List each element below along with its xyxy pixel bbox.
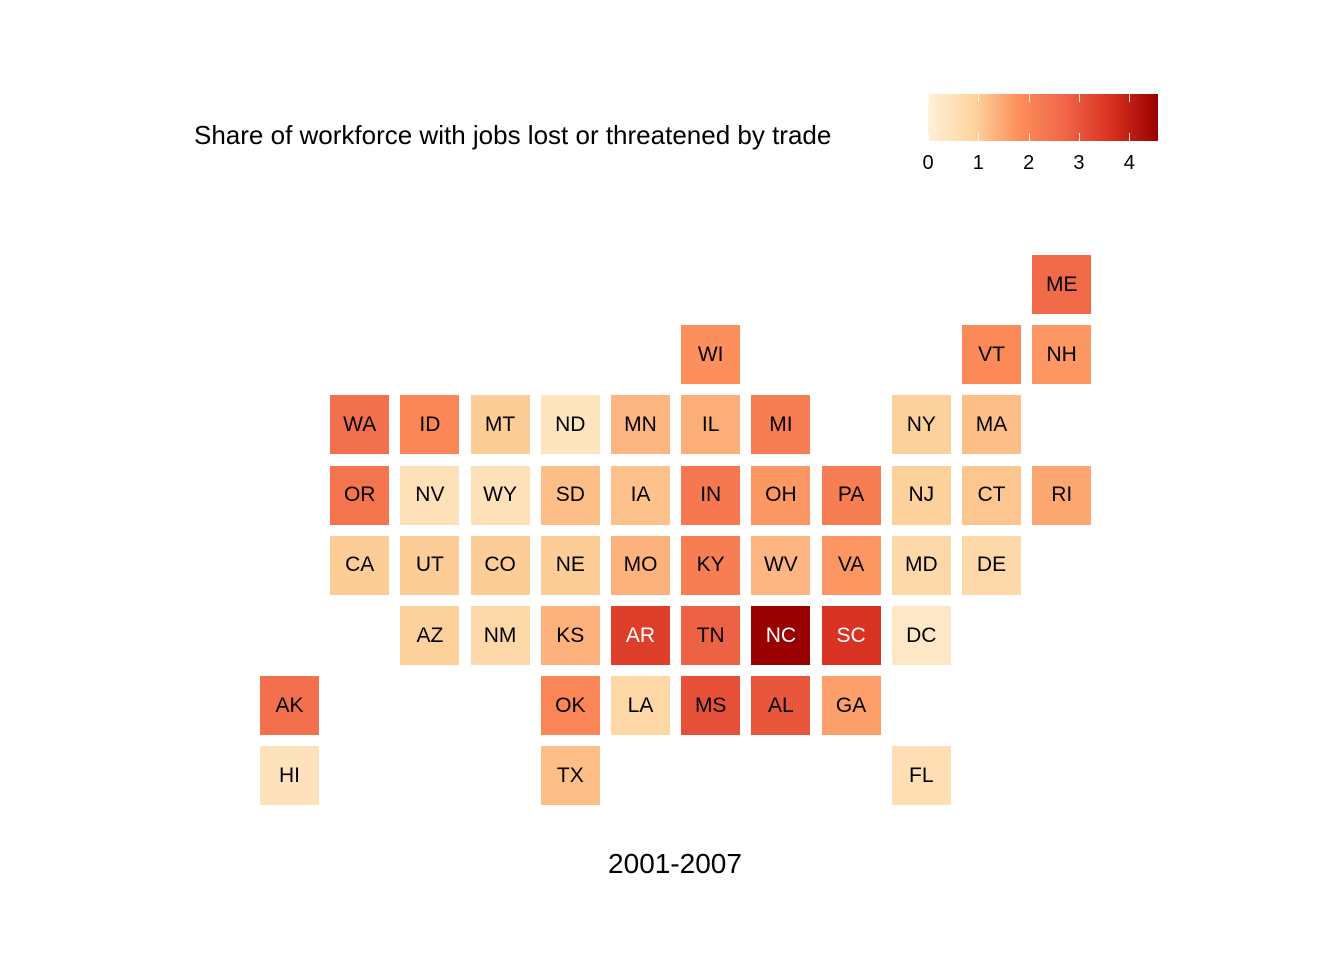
state-tile-wa: WA bbox=[330, 395, 390, 455]
state-tile-mi: MI bbox=[751, 395, 811, 455]
state-tile-ak: AK bbox=[260, 676, 319, 736]
chart-caption: 2001-2007 bbox=[608, 848, 742, 879]
state-tile-nd: ND bbox=[540, 395, 600, 455]
state-tile-wi: WI bbox=[681, 325, 741, 385]
state-tile-nm: NM bbox=[470, 606, 530, 665]
state-tile-ut: UT bbox=[400, 535, 460, 595]
state-tile-ne: NE bbox=[540, 535, 600, 595]
state-tile-nj: NJ bbox=[891, 465, 951, 525]
state-tile-ct: CT bbox=[962, 465, 1021, 525]
state-tile-al: AL bbox=[751, 676, 811, 736]
state-tile-va: VA bbox=[821, 535, 881, 595]
state-tile-sc: SC bbox=[821, 606, 881, 665]
state-tile-ms: MS bbox=[681, 676, 741, 736]
state-tile-nv: NV bbox=[400, 465, 460, 525]
state-tile-ga: GA bbox=[821, 676, 881, 736]
state-tile-or: OR bbox=[330, 465, 390, 525]
state-tile-ok: OK bbox=[540, 676, 600, 736]
state-tile-ny: NY bbox=[891, 395, 951, 455]
state-tile-tn: TN bbox=[681, 606, 741, 665]
state-tile-nh: NH bbox=[1032, 325, 1092, 385]
state-tile-oh: OH bbox=[751, 465, 811, 525]
tile-map: ME WI VT NH WA ID MT ND MN IL MI NY MA OR NV WY SD IA IN OH… bbox=[0, 0, 1344, 960]
state-tile-vt: VT bbox=[962, 325, 1021, 385]
state-tile-az: AZ bbox=[400, 606, 460, 665]
state-tile-wy: WY bbox=[470, 465, 530, 525]
state-tile-id: ID bbox=[400, 395, 460, 455]
state-tile-wv: WV bbox=[751, 535, 811, 595]
state-tile-nc: NC bbox=[751, 606, 811, 665]
state-tile-il: IL bbox=[681, 395, 741, 455]
state-tile-de: DE bbox=[962, 535, 1021, 595]
state-tile-mt: MT bbox=[470, 395, 530, 455]
state-tile-pa: PA bbox=[821, 465, 881, 525]
state-tile-me: ME bbox=[1032, 255, 1092, 314]
state-tile-in: IN bbox=[681, 465, 741, 525]
state-tile-ks: KS bbox=[540, 606, 600, 665]
state-tile-dc: DC bbox=[891, 606, 951, 665]
state-tile-mo: MO bbox=[611, 535, 670, 595]
state-tile-ca: CA bbox=[330, 535, 390, 595]
state-tile-tx: TX bbox=[540, 746, 600, 806]
state-tile-la: LA bbox=[611, 676, 670, 736]
state-tile-mn: MN bbox=[611, 395, 670, 455]
state-tile-ar: AR bbox=[611, 606, 670, 665]
state-tile-co: CO bbox=[470, 535, 530, 595]
state-tile-md: MD bbox=[891, 535, 951, 595]
state-tile-ia: IA bbox=[611, 465, 670, 525]
state-tile-fl: FL bbox=[891, 746, 951, 806]
state-tile-ma: MA bbox=[962, 395, 1021, 455]
state-tile-ri: RI bbox=[1032, 465, 1092, 525]
state-tile-hi: HI bbox=[260, 746, 319, 806]
state-tile-ky: KY bbox=[681, 535, 741, 595]
state-tile-sd: SD bbox=[540, 465, 600, 525]
